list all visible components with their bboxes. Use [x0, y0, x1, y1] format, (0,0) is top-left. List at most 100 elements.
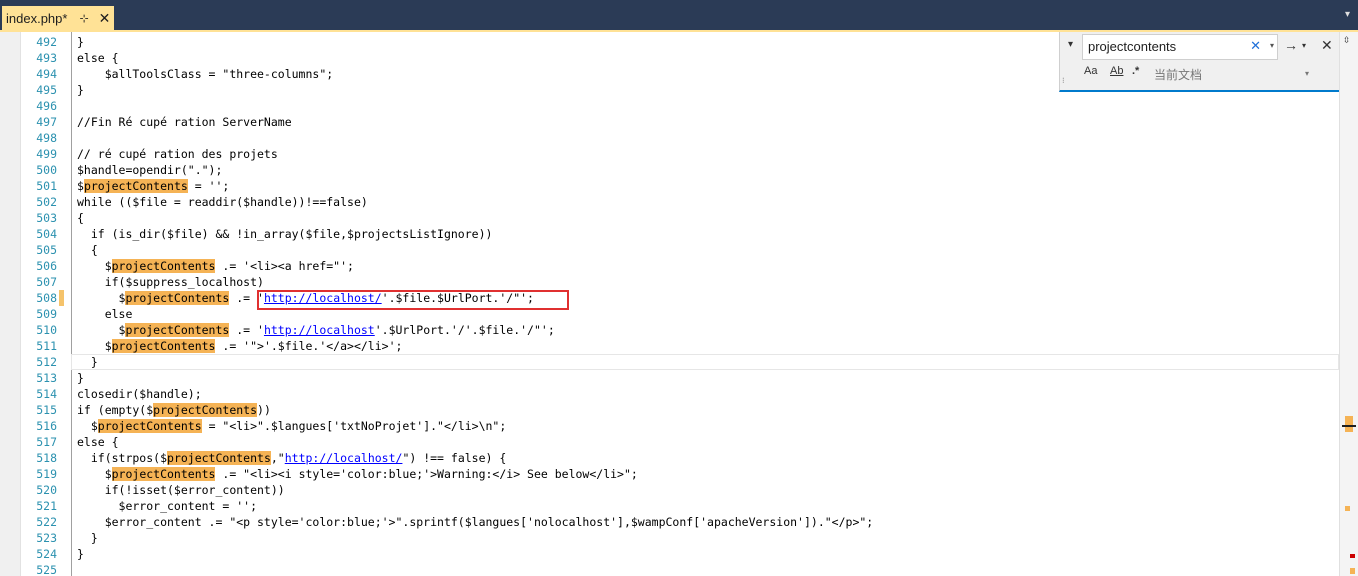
find-next-options-icon[interactable]: ▾ — [1302, 41, 1306, 50]
code-line[interactable]: 514 closedir($handle); — [21, 386, 1339, 402]
line-number: 494 — [36, 67, 57, 81]
code-line[interactable]: 525 — [21, 562, 1339, 576]
regex-icon[interactable]: .* — [1132, 65, 1139, 77]
code-line[interactable]: 513} — [21, 370, 1339, 386]
code-line[interactable]: 523 } — [21, 530, 1339, 546]
line-number: 501 — [36, 179, 57, 193]
line-code[interactable]: $allToolsClass = "three-columns"; — [77, 66, 334, 82]
line-code[interactable]: $projectContents .= "<li><i style='color… — [77, 466, 638, 482]
url-link[interactable]: http://localhost — [264, 323, 375, 337]
code-line[interactable]: 504 if (is_dir($file) && !in_array($file… — [21, 226, 1339, 242]
line-number: 511 — [36, 339, 57, 353]
line-code[interactable]: else — [77, 306, 133, 322]
line-code[interactable]: { — [77, 242, 98, 258]
line-number: 499 — [36, 147, 57, 161]
code-editor[interactable]: 492} 493 else {494 $allToolsClass = "three… — [21, 32, 1339, 576]
code-line[interactable]: 502 while (($file = readdir($handle))!==f… — [21, 194, 1339, 210]
line-code[interactable]: $handle=opendir("."); — [77, 162, 222, 178]
line-code[interactable]: } — [77, 82, 84, 98]
line-code[interactable]: while (($file = readdir($handle))!==fals… — [77, 194, 368, 210]
line-number: 502 — [36, 195, 57, 209]
search-match: projectContents — [125, 291, 230, 305]
caret-position-marker — [1342, 425, 1356, 427]
find-next-icon[interactable]: → — [1284, 37, 1298, 53]
code-line[interactable]: 510 $projectContents .= 'http://localhos… — [21, 322, 1339, 338]
line-code[interactable]: if($suppress_localhost) — [77, 274, 264, 290]
line-code[interactable]: else { — [77, 50, 119, 66]
search-scope[interactable]: 当前文档 — [1154, 66, 1202, 83]
code-line[interactable]: 520 if(!isset($error_content)) — [21, 482, 1339, 498]
code-line[interactable]: 521 $error_content = ''; — [21, 498, 1339, 514]
line-code[interactable]: } — [77, 34, 84, 50]
annotation-highlight-box — [257, 290, 569, 310]
line-code[interactable]: $projectContents .= '">'.$file.'</a></li… — [77, 338, 402, 354]
line-code[interactable]: } — [77, 530, 98, 546]
tab-index-php[interactable]: index.php* ⊹ ✕ — [2, 6, 114, 30]
code-line[interactable]: 505 { — [21, 242, 1339, 258]
code-line[interactable]: 507 if($suppress_localhost) — [21, 274, 1339, 290]
search-match: projectContents — [111, 467, 216, 481]
code-line[interactable]: 508 $projectContents .= 'http://localhos… — [21, 290, 1339, 306]
split-window-icon[interactable]: ⇳ — [1343, 32, 1350, 46]
clear-search-icon[interactable]: ✕ — [1250, 38, 1261, 54]
vertical-scrollbar[interactable]: ⇳ — [1339, 32, 1358, 576]
close-tab-icon[interactable]: ✕ — [99, 10, 111, 27]
code-line[interactable]: 519 $projectContents .= "<li><i style='c… — [21, 466, 1339, 482]
code-line[interactable]: 522 $error_content .= "<p style='color:b… — [21, 514, 1339, 530]
find-widget: ▾ ✕ ▾ → ▾ ✕ ⁝ Aa Ab .* 当前文档 ▾ — [1059, 32, 1340, 92]
code-line[interactable]: 512 } — [21, 354, 1339, 370]
line-code[interactable]: $projectContents .= '<li><a href="'; — [77, 258, 354, 274]
code-line[interactable]: 515 if (empty($projectContents)) — [21, 402, 1339, 418]
line-code[interactable]: $error_content .= "<p style='color:blue;… — [77, 514, 874, 530]
line-code[interactable]: $projectContents .= 'http://localhost'.$… — [77, 322, 555, 338]
line-number: 514 — [36, 387, 57, 401]
close-find-icon[interactable]: ✕ — [1321, 37, 1333, 54]
scope-dropdown-icon[interactable]: ▾ — [1305, 69, 1309, 78]
line-code[interactable]: { — [77, 210, 84, 226]
code-line[interactable]: 511 $projectContents .= '">'.$file.'</a>… — [21, 338, 1339, 354]
match-case-icon[interactable]: Aa — [1084, 65, 1097, 77]
expand-replace-icon[interactable]: ▾ — [1068, 39, 1073, 50]
search-box[interactable]: ✕ ▾ — [1082, 34, 1278, 60]
code-line[interactable]: 503 { — [21, 210, 1339, 226]
line-code[interactable]: if(!isset($error_content)) — [77, 482, 285, 498]
code-line[interactable]: 518 if(strpos($projectContents,"http://l… — [21, 450, 1339, 466]
line-code[interactable]: if (is_dir($file) && !in_array($file,$pr… — [77, 226, 493, 242]
line-code[interactable]: } — [77, 370, 84, 386]
line-code[interactable]: } — [77, 354, 98, 370]
glyph-margin — [0, 32, 21, 576]
scroll-marker — [1345, 416, 1353, 432]
code-line[interactable]: 497 //Fin Ré cupé ration ServerName — [21, 114, 1339, 130]
code-line[interactable]: 509 else — [21, 306, 1339, 322]
line-code[interactable]: else { — [77, 434, 119, 450]
resize-grip-icon[interactable]: ⁝ — [1062, 76, 1065, 85]
code-line[interactable]: 496 — [21, 98, 1339, 114]
line-code[interactable]: $projectContents = ''; — [77, 178, 229, 194]
code-line[interactable]: 506 $projectContents .= '<li><a href="'; — [21, 258, 1339, 274]
tab-overflow-icon[interactable]: ▾ — [1345, 9, 1350, 20]
pin-icon[interactable]: ⊹ — [79, 12, 88, 25]
line-code[interactable]: $projectContents = "<li>".$langues['txtN… — [77, 418, 506, 434]
code-line[interactable]: 499 // ré cupé ration des projets — [21, 146, 1339, 162]
line-number: 516 — [36, 419, 57, 433]
code-line[interactable]: 498 — [21, 130, 1339, 146]
url-link[interactable]: http://localhost/ — [285, 451, 403, 465]
whole-word-icon[interactable]: Ab — [1110, 65, 1123, 77]
line-number: 492 — [36, 35, 57, 49]
code-line[interactable]: 524} — [21, 546, 1339, 562]
line-number: 521 — [36, 499, 57, 513]
code-line[interactable]: 500 $handle=opendir("."); — [21, 162, 1339, 178]
line-code[interactable]: } — [77, 546, 84, 562]
line-code[interactable]: if (empty($projectContents)) — [77, 402, 271, 418]
search-match: projectContents — [153, 403, 258, 417]
line-code[interactable]: // ré cupé ration des projets — [77, 146, 278, 162]
line-code[interactable]: closedir($handle); — [77, 386, 202, 402]
search-input[interactable] — [1088, 38, 1248, 55]
code-line[interactable]: 517 else { — [21, 434, 1339, 450]
code-line[interactable]: 501 $projectContents = ''; — [21, 178, 1339, 194]
code-line[interactable]: 516 $projectContents = "<li>".$langues['… — [21, 418, 1339, 434]
search-history-icon[interactable]: ▾ — [1270, 41, 1274, 50]
line-code[interactable]: $error_content = ''; — [77, 498, 257, 514]
line-code[interactable]: //Fin Ré cupé ration ServerName — [77, 114, 292, 130]
line-code[interactable]: if(strpos($projectContents,"http://local… — [77, 450, 506, 466]
